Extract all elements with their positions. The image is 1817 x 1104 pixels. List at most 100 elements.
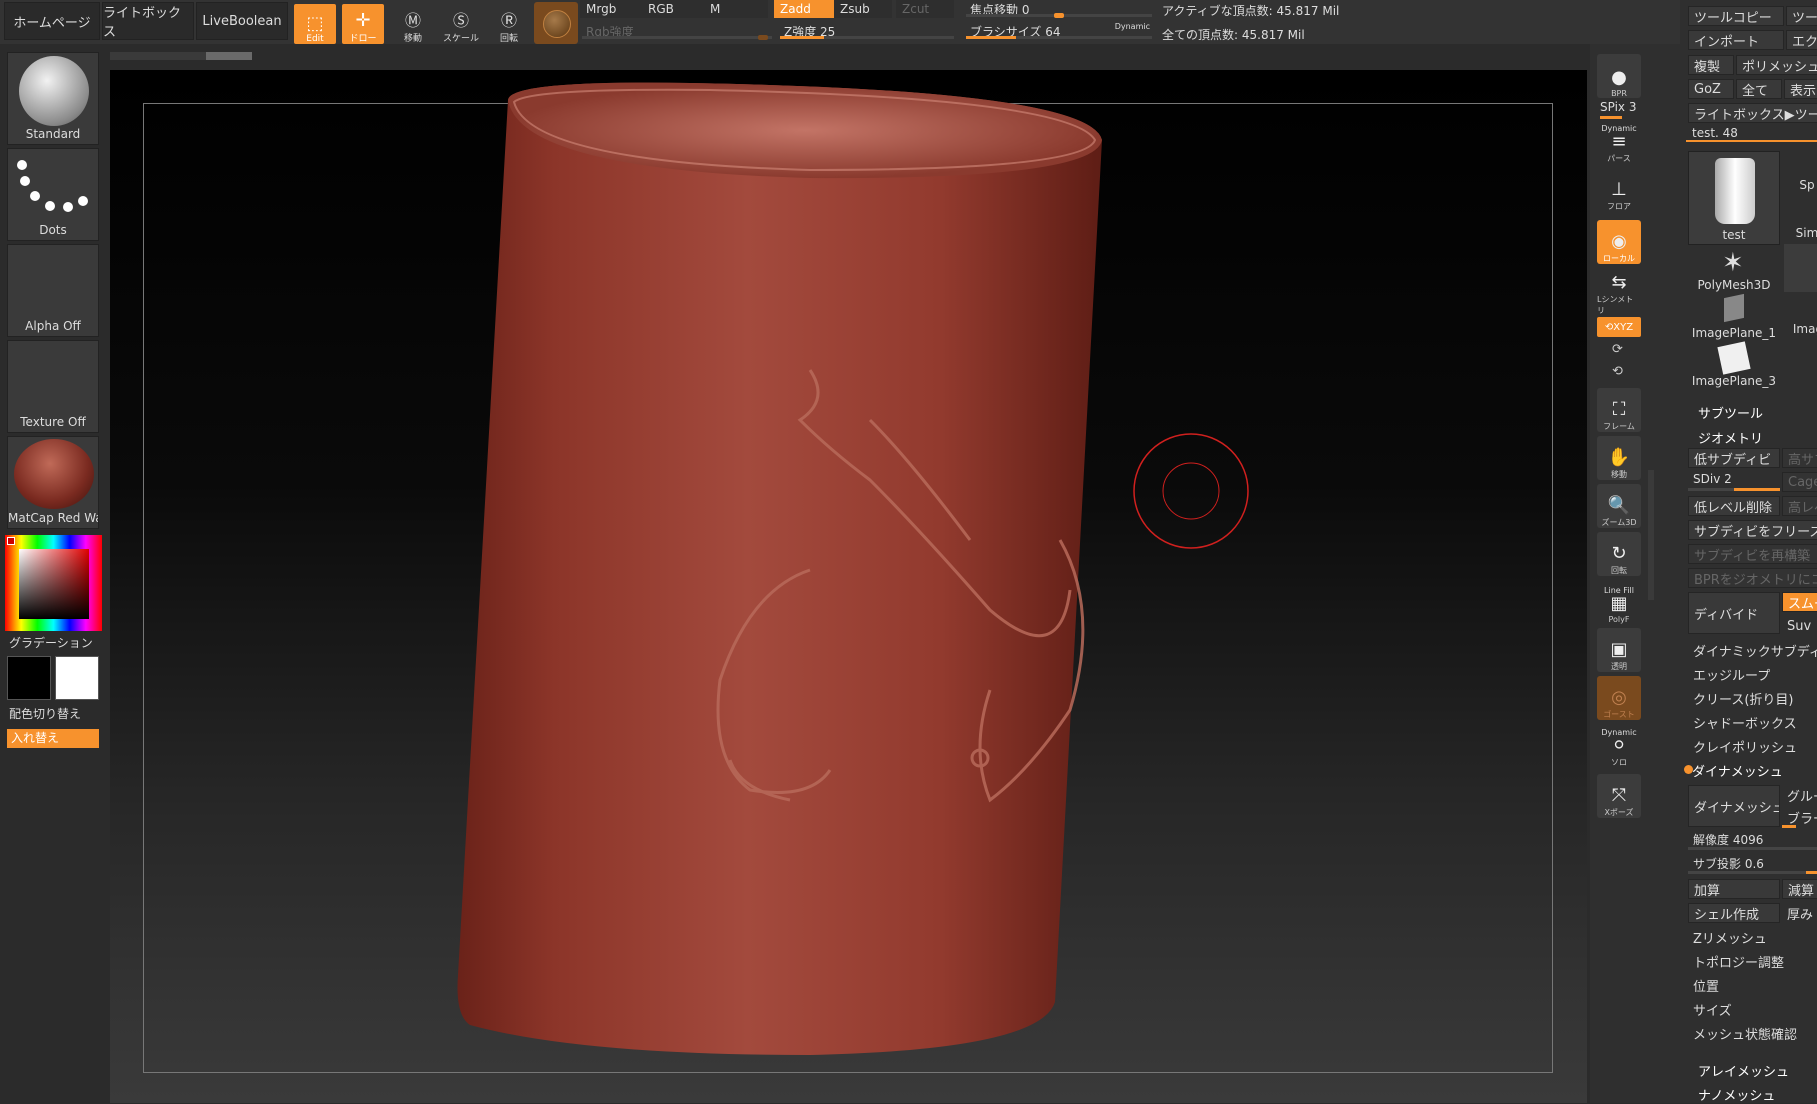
draw-mode-button[interactable]: ✛ ドロー: [342, 4, 384, 44]
crease-section[interactable]: クリース(折り目): [1688, 688, 1817, 708]
rgb-intensity-slider[interactable]: Rgb強度: [582, 22, 772, 40]
focal-shift-slider[interactable]: 焦点移動 0: [966, 0, 1152, 18]
add-button[interactable]: 加算: [1688, 879, 1780, 899]
tool-thumb-imageplane1[interactable]: ImagePlane_1: [1688, 293, 1780, 340]
color-saturation-square[interactable]: [19, 549, 89, 619]
secondary-color-swatch[interactable]: [55, 656, 99, 700]
polish-toggle[interactable]: ブラー: [1782, 807, 1817, 827]
higher-res-button[interactable]: 高サブディビ: [1782, 448, 1817, 468]
goz-all-button[interactable]: 全て: [1736, 79, 1782, 99]
scrollbar-thumb[interactable]: [206, 52, 252, 60]
thickness-slider[interactable]: 厚み: [1782, 903, 1817, 923]
floor-button[interactable]: ⊥ フロア: [1597, 168, 1641, 212]
move-mode-button[interactable]: Ⓜ 移動: [392, 4, 434, 44]
local-symmetry-button[interactable]: ⇆ Lシンメトリ: [1597, 272, 1641, 316]
divide-button[interactable]: ディバイド: [1688, 592, 1780, 634]
alternate-button[interactable]: 入れ替え: [7, 729, 99, 748]
reconstruct-subdiv-button[interactable]: サブディビを再構築: [1688, 544, 1817, 564]
suv-toggle[interactable]: Suv: [1782, 616, 1817, 636]
lower-res-button[interactable]: 低サブディビ: [1688, 448, 1780, 468]
rotate-mode-button[interactable]: Ⓡ 回転: [488, 4, 530, 44]
shadowbox-section[interactable]: シャドーボックス: [1688, 712, 1817, 732]
dynamesh-button[interactable]: ダイナメッシュ: [1688, 785, 1780, 827]
xyz-rotation-button[interactable]: ⟲ XYZ: [1597, 317, 1641, 337]
scale-mode-button[interactable]: Ⓢ スケール: [440, 4, 482, 44]
zoom3d-button[interactable]: 🔍 ズーム3D: [1597, 484, 1641, 528]
goz-button[interactable]: GoZ: [1688, 79, 1734, 99]
meshintegrity-section[interactable]: メッシュ状態確認: [1688, 1023, 1817, 1043]
arraymesh-header[interactable]: アレイメッシュ: [1698, 1061, 1789, 1080]
subproject-slider[interactable]: サブ投影 0.6: [1688, 855, 1817, 875]
document-scrollbar[interactable]: [110, 52, 252, 60]
convert-bpr-button[interactable]: BPRをジオメトリにコンバート: [1688, 568, 1817, 588]
frame-button[interactable]: ⛶ フレーム: [1597, 388, 1641, 432]
resolution-slider[interactable]: 解像度 4096: [1688, 831, 1817, 851]
local-transform-button[interactable]: ◉ ローカル: [1597, 220, 1641, 264]
sdiv-slider[interactable]: SDiv 2: [1688, 472, 1780, 492]
brush-size-slider[interactable]: ブラシサイズ 64 Dynamic: [966, 22, 1152, 40]
zcut-button[interactable]: Zcut: [896, 0, 954, 18]
tool-paste-button[interactable]: ツールペースト: [1786, 6, 1817, 26]
perspective-button[interactable]: Dynamic ≡ パース: [1597, 120, 1641, 164]
groups-toggle[interactable]: グループ: [1782, 785, 1817, 805]
solo-button[interactable]: Dynamic ⚪ ソロ: [1597, 724, 1641, 768]
lightbox-tools-button[interactable]: ライトボックス▶ツール: [1688, 103, 1817, 123]
transparency-button[interactable]: ▣ 透明: [1597, 628, 1641, 672]
freeze-subdiv-button[interactable]: サブディビをフリーズ: [1688, 520, 1817, 540]
import-button[interactable]: インポート: [1688, 30, 1784, 50]
make-polymesh-button[interactable]: ポリメッシュ3D化: [1736, 55, 1817, 75]
geometry-header[interactable]: ジオメトリ: [1698, 428, 1763, 447]
dynamic-toggle[interactable]: Dynamic: [1115, 22, 1150, 31]
brush-picker[interactable]: Standard: [7, 52, 99, 145]
texture-picker[interactable]: Texture Off: [7, 340, 99, 433]
edit-mode-button[interactable]: ⬚ Edit: [294, 4, 336, 44]
export-button[interactable]: エクスポート: [1786, 30, 1817, 50]
z-rotation-icon[interactable]: ⟲: [1612, 364, 1623, 379]
zadd-button[interactable]: Zadd: [774, 0, 834, 18]
gradient-label[interactable]: グラデーション: [9, 634, 93, 651]
liveboolean-button[interactable]: LiveBoolean: [196, 2, 288, 40]
tool-thumb-empty[interactable]: [1784, 244, 1817, 292]
stroke-picker[interactable]: Dots: [7, 148, 99, 241]
material-picker[interactable]: MatCap Red Wax: [7, 436, 99, 529]
alpha-picker[interactable]: Alpha Off: [7, 244, 99, 337]
smooth-toggle[interactable]: スムーズ: [1782, 592, 1817, 612]
tool-thumb-imageplane2[interactable]: Imag: [1790, 322, 1817, 336]
tool-copy-button[interactable]: ツールコピー: [1688, 6, 1784, 26]
viewport-canvas[interactable]: [110, 70, 1587, 1103]
sub-button[interactable]: 減算: [1782, 879, 1817, 899]
lightbox-button[interactable]: ライトボックス: [102, 2, 194, 40]
rotate-view-button[interactable]: ↻ 回転: [1597, 532, 1641, 576]
xpose-button[interactable]: ⤧ Xポーズ: [1597, 774, 1641, 818]
dynamic-subdiv-section[interactable]: ダイナミックサブディビジョン: [1688, 640, 1817, 660]
z-intensity-slider[interactable]: Z強度 25: [780, 22, 954, 40]
mrgb-button[interactable]: Mrgb: [580, 0, 642, 18]
bpr-button[interactable]: ● BPR: [1597, 54, 1641, 98]
tool-thumb-simple[interactable]: Sim: [1792, 226, 1817, 240]
shelf-splitter[interactable]: [1648, 470, 1654, 600]
cage-button[interactable]: Cage: [1782, 472, 1817, 492]
clone-button[interactable]: 複製: [1688, 55, 1734, 75]
home-page-button[interactable]: ホームページ: [4, 2, 100, 40]
switch-color-button[interactable]: 配色切り替え: [9, 705, 81, 722]
m-button[interactable]: M: [704, 0, 768, 18]
rgb-button[interactable]: RGB: [642, 0, 704, 18]
nanomesh-header[interactable]: ナノメッシュ: [1698, 1085, 1775, 1104]
zremesher-section[interactable]: Zリメッシュ: [1688, 927, 1817, 947]
tool-thumb-test[interactable]: test: [1688, 151, 1780, 245]
main-color-swatch[interactable]: [7, 656, 51, 700]
move-view-button[interactable]: ✋ 移動: [1597, 436, 1641, 480]
size-section[interactable]: サイズ: [1688, 999, 1817, 1019]
brush-icon-button[interactable]: [534, 2, 578, 44]
y-rotation-icon[interactable]: ⟳: [1612, 342, 1623, 357]
goz-visible-button[interactable]: 表示のみ: [1784, 79, 1817, 99]
del-lower-button[interactable]: 低レベル削除: [1688, 496, 1780, 516]
tool-thumb-imageplane3[interactable]: ImagePlane_3: [1688, 341, 1780, 388]
ghost-button[interactable]: ◎ ゴースト: [1597, 676, 1641, 720]
spix-slider[interactable]: SPix 3: [1600, 100, 1636, 114]
del-higher-button[interactable]: 高レベル削除: [1782, 496, 1817, 516]
subtool-header[interactable]: サブツール: [1698, 403, 1763, 422]
tool-thumb-polymesh3d[interactable]: ✶ PolyMesh3D: [1688, 248, 1780, 292]
dynamesh-header[interactable]: ダイナメッシュ: [1692, 761, 1783, 780]
position-section[interactable]: 位置: [1688, 975, 1817, 995]
